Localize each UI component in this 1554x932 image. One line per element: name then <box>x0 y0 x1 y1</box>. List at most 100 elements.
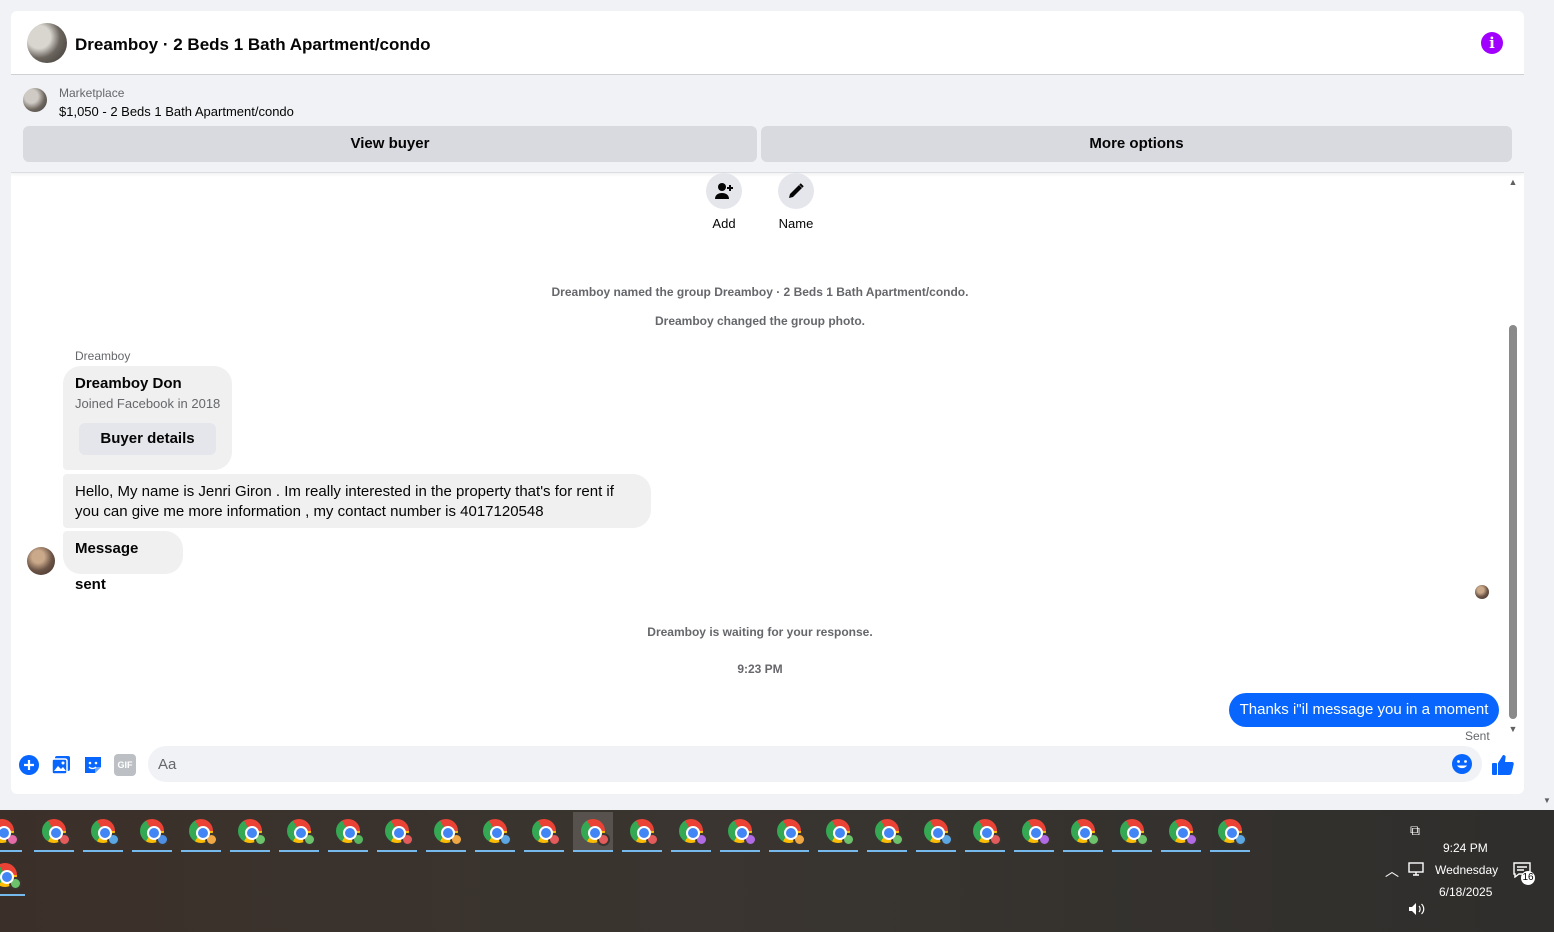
taskbar-chrome-window[interactable] <box>377 812 417 852</box>
taskbar-chrome-window[interactable] <box>524 812 564 852</box>
taskbar-chrome-window[interactable] <box>279 812 319 852</box>
chrome-icon <box>581 819 610 846</box>
taskbar-chrome-window[interactable] <box>916 812 956 852</box>
page-scroll-down-icon[interactable]: ▼ <box>1543 796 1551 805</box>
system-message-waiting: Dreamboy is waiting for your response. <box>647 625 873 639</box>
chat-header: Dreamboy · 2 Beds 1 Bath Apartment/condo… <box>11 11 1524 75</box>
chrome-icon <box>875 819 904 846</box>
taskbar-chrome-window[interactable] <box>328 812 368 852</box>
buyer-details-button[interactable]: Buyer details <box>79 423 216 455</box>
taskbar-chrome-window[interactable] <box>720 812 760 852</box>
scroll-down-arrow-icon[interactable]: ▼ <box>1507 724 1519 734</box>
add-people-action[interactable]: Add <box>694 173 754 231</box>
profile-badge-icon <box>891 833 904 846</box>
taskbar-chrome-window[interactable] <box>181 812 221 852</box>
profile-badge-icon <box>695 833 708 846</box>
windows-taskbar: ⧉ 9:24 PM Wednesday 6/18/2025 ︿ <box>0 810 1554 932</box>
system-message-photo: Dreamboy changed the group photo. <box>654 314 865 328</box>
taskbar-chrome-window[interactable] <box>132 812 172 852</box>
plus-icon[interactable] <box>18 754 40 776</box>
clock-day[interactable]: Wednesday <box>1435 863 1498 877</box>
taskbar-chrome-window[interactable] <box>818 812 858 852</box>
group-avatar[interactable] <box>27 23 67 63</box>
notification-count-badge: 16 <box>1521 871 1535 885</box>
sticker-icon[interactable] <box>82 754 104 776</box>
message-scrollbar[interactable]: ▲ ▼ <box>1507 177 1521 743</box>
chevron-up-icon[interactable]: ︿ <box>1385 861 1399 881</box>
meet-now-icon[interactable]: ⧉ <box>1410 822 1420 839</box>
name-group-action[interactable]: Name <box>766 173 826 231</box>
profile-badge-icon <box>989 833 1002 846</box>
taskbar-chrome-window[interactable] <box>230 812 270 852</box>
taskbar-chrome-window[interactable] <box>1161 812 1201 852</box>
profile-badge-icon <box>1087 833 1100 846</box>
taskbar-chrome-window[interactable] <box>475 812 515 852</box>
profile-badge-icon <box>1234 833 1247 846</box>
view-buyer-button[interactable]: View buyer <box>23 126 757 162</box>
profile-badge-icon <box>499 833 512 846</box>
profile-badge-icon <box>6 833 19 846</box>
taskbar-chrome-window[interactable] <box>0 812 22 852</box>
clock-time[interactable]: 9:24 PM <box>1443 841 1488 855</box>
chrome-icon <box>728 819 757 846</box>
message-list: Add Name Dreamboy named the group Dreamb… <box>11 173 1524 745</box>
chrome-icon <box>1071 819 1100 846</box>
profile-badge-icon <box>205 833 218 846</box>
listing-source: Marketplace <box>59 86 125 100</box>
message-input[interactable] <box>158 746 1438 782</box>
outgoing-message[interactable]: Thanks i"il message you in a moment <box>1229 693 1499 727</box>
taskbar-chrome-window[interactable] <box>671 812 711 852</box>
taskbar-chrome-window[interactable] <box>34 812 74 852</box>
network-icon[interactable] <box>1408 862 1426 879</box>
profile-badge-icon <box>1185 833 1198 846</box>
pencil-icon[interactable] <box>778 173 814 209</box>
photo-icon[interactable] <box>50 754 72 776</box>
chat-title[interactable]: Dreamboy · 2 Beds 1 Bath Apartment/condo <box>75 35 431 55</box>
emoji-icon[interactable] <box>1451 753 1473 775</box>
profile-badge-icon <box>1136 833 1149 846</box>
clock-date[interactable]: 6/18/2025 <box>1439 885 1492 899</box>
scrollbar-thumb[interactable] <box>1509 325 1517 719</box>
profile-badge-icon <box>450 833 463 846</box>
taskbar-chrome-window[interactable] <box>1112 812 1152 852</box>
profile-badge-icon <box>254 833 267 846</box>
scroll-up-arrow-icon[interactable]: ▲ <box>1507 177 1519 187</box>
incoming-message[interactable]: Hello, My name is Jenri Giron . Im reall… <box>63 474 651 528</box>
chrome-icon <box>42 819 71 846</box>
add-person-icon[interactable] <box>706 173 742 209</box>
listing-price-title[interactable]: $1,050 - 2 Beds 1 Bath Apartment/condo <box>59 104 294 119</box>
message-sent-bubble[interactable]: Message sent <box>63 531 183 593</box>
profile-badge-icon <box>303 833 316 846</box>
taskbar-chrome-window[interactable] <box>622 812 662 852</box>
taskbar-chrome-window[interactable] <box>83 812 123 852</box>
info-icon[interactable]: i <box>1481 32 1503 54</box>
gif-icon[interactable]: GIF <box>114 754 136 776</box>
buyer-name: Dreamboy Don <box>75 375 182 392</box>
thumbs-up-icon[interactable] <box>1491 753 1515 777</box>
volume-icon[interactable] <box>1408 902 1426 919</box>
chat-window: Dreamboy · 2 Beds 1 Bath Apartment/condo… <box>11 11 1524 794</box>
taskbar-chrome-window[interactable] <box>1210 812 1250 852</box>
buyer-avatar[interactable] <box>27 547 55 575</box>
chrome-icon <box>140 819 169 846</box>
message-input-container[interactable] <box>148 746 1482 782</box>
chrome-icon <box>434 819 463 846</box>
profile-badge-icon <box>352 833 365 846</box>
taskbar-chrome-window[interactable] <box>426 812 466 852</box>
more-options-button[interactable]: More options <box>761 126 1512 162</box>
chrome-icon <box>385 819 414 846</box>
taskbar-chrome-window[interactable] <box>1063 812 1103 852</box>
chrome-icon <box>1022 819 1051 846</box>
sender-name: Dreamboy <box>75 349 131 363</box>
taskbar-chrome-window[interactable] <box>1014 812 1054 852</box>
taskbar-chrome-window[interactable] <box>769 812 809 852</box>
taskbar-chrome-window[interactable] <box>0 856 25 896</box>
chrome-icon <box>189 819 218 846</box>
profile-badge-icon <box>940 833 953 846</box>
listing-thumbnail[interactable] <box>23 88 47 112</box>
profile-badge-icon <box>744 833 757 846</box>
taskbar-chrome-window[interactable] <box>867 812 907 852</box>
chrome-icon <box>973 819 1002 846</box>
taskbar-chrome-window[interactable] <box>573 812 613 852</box>
taskbar-chrome-window[interactable] <box>965 812 1005 852</box>
